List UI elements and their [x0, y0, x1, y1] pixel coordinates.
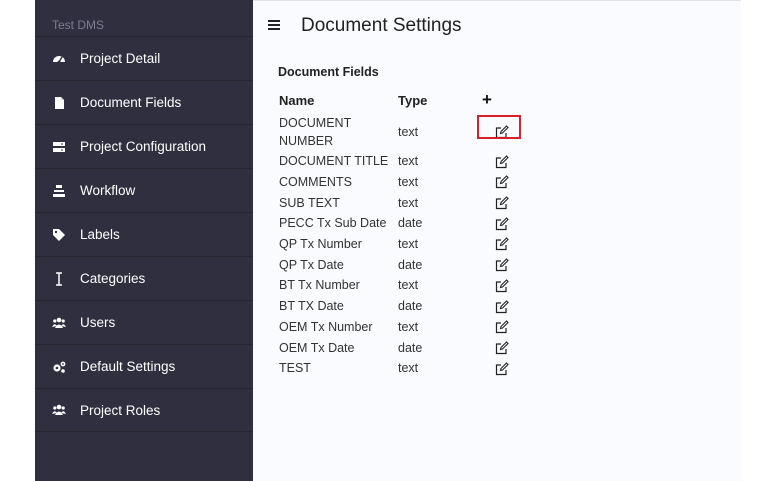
field-name: OEM Tx Date: [279, 340, 355, 355]
column-header-type: Type: [398, 92, 428, 108]
tags-icon: [52, 228, 66, 242]
field-name: BT TX Date: [279, 299, 344, 314]
sidebar-item-default-settings[interactable]: Default Settings: [35, 344, 253, 388]
edit-icon[interactable]: [495, 361, 509, 376]
field-name: PECC Tx Sub Date: [279, 216, 387, 231]
edit-icon[interactable]: [495, 125, 509, 139]
sidebar-item-categories[interactable]: Categories: [35, 256, 253, 300]
table-row: DOCUMENT TITLE text: [276, 151, 525, 172]
table-row: SUB TEXT text: [276, 192, 525, 213]
sidebar-item-labels[interactable]: Labels: [35, 212, 253, 256]
sidebar-item-users[interactable]: Users: [35, 300, 253, 344]
server-icon: [52, 140, 66, 154]
field-type: text: [398, 361, 419, 376]
table-row: PECC Tx Sub Date date: [276, 213, 525, 234]
field-name: BT Tx Number: [279, 278, 360, 293]
table-row: OEM Tx Number text: [276, 317, 525, 338]
field-name: DOCUMENT TITLE: [279, 154, 389, 169]
field-name: DOCUMENT NUMBER: [279, 115, 351, 148]
field-type: text: [398, 237, 419, 252]
page-title: Document Settings: [301, 15, 462, 36]
field-type: text: [398, 124, 419, 139]
sidebar-item-project-roles[interactable]: Project Roles: [35, 388, 253, 432]
field-name: QP Tx Date: [279, 257, 344, 272]
app-title: Test DMS: [52, 18, 105, 32]
field-name: TEST: [279, 361, 311, 376]
users-icon: [52, 316, 66, 330]
sidebar: Test DMS Project Detail Document Fields …: [35, 0, 253, 481]
section-title: Document Fields: [278, 65, 379, 79]
edit-icon[interactable]: [495, 216, 509, 231]
users-icon: [52, 403, 66, 417]
field-type: text: [398, 154, 419, 169]
table-row: QP Tx Date date: [276, 254, 525, 275]
edit-icon[interactable]: [495, 279, 509, 293]
sidebar-item-label: Project Detail: [80, 51, 161, 66]
table-row: QP Tx Number text: [276, 234, 525, 255]
cursor-icon: [52, 271, 66, 286]
edit-icon[interactable]: [495, 237, 509, 251]
field-type: text: [398, 319, 419, 334]
sidebar-item-label: Users: [80, 315, 116, 330]
field-type: date: [398, 299, 423, 314]
main-content: Document Settings Document Fields Name T…: [253, 0, 741, 481]
dashboard-icon: [52, 52, 66, 66]
table-row: BT Tx Number text: [276, 275, 525, 296]
sidebar-item-project-configuration[interactable]: Project Configuration: [35, 124, 253, 168]
sidebar-item-document-fields[interactable]: Document Fields: [35, 80, 253, 124]
workflow-icon: [52, 184, 66, 198]
menu-toggle-icon[interactable]: [268, 20, 280, 32]
field-name: COMMENTS: [279, 175, 352, 190]
edit-icon[interactable]: [495, 320, 509, 334]
sidebar-item-label: Workflow: [80, 183, 136, 198]
file-icon: [52, 96, 66, 110]
field-type: text: [398, 195, 419, 210]
sidebar-item-label: Categories: [80, 271, 146, 286]
sidebar-item-project-detail[interactable]: Project Detail: [35, 36, 253, 80]
sidebar-nav: Project Detail Document Fields Project C…: [35, 36, 253, 432]
field-type: date: [398, 340, 423, 355]
field-name: OEM Tx Number: [279, 319, 373, 334]
edit-icon[interactable]: [495, 154, 509, 169]
sidebar-item-label: Default Settings: [80, 359, 176, 374]
sidebar-item-label: Project Roles: [80, 402, 161, 418]
add-field-button[interactable]: +: [482, 90, 492, 109]
table-row: TEST text: [276, 358, 525, 379]
edit-icon[interactable]: [495, 341, 509, 355]
edit-icon[interactable]: [495, 258, 509, 272]
edit-icon[interactable]: [495, 175, 509, 189]
field-type: date: [398, 216, 423, 231]
sidebar-item-label: Labels: [80, 227, 120, 242]
field-type: text: [398, 175, 419, 190]
table-header-row: Name Type +: [276, 88, 525, 112]
field-name: QP Tx Number: [279, 237, 362, 252]
table-row: COMMENTS text: [276, 172, 525, 193]
field-type: text: [398, 278, 419, 293]
table-row: BT TX Date date: [276, 296, 525, 317]
column-header-name: Name: [279, 92, 315, 108]
document-fields-table: Name Type + DOCUMENT NUMBER text DOCUMENT …: [276, 88, 525, 379]
sidebar-item-workflow[interactable]: Workflow: [35, 168, 253, 212]
sidebar-item-label: Document Fields: [80, 95, 182, 110]
gears-icon: [52, 360, 66, 374]
table-row: OEM Tx Date date: [276, 337, 525, 358]
edit-icon[interactable]: [495, 196, 509, 210]
edit-icon[interactable]: [495, 299, 509, 314]
table-row: DOCUMENT NUMBER text: [276, 112, 525, 151]
sidebar-item-label: Project Configuration: [80, 139, 207, 154]
field-name: SUB TEXT: [279, 195, 340, 210]
field-type: date: [398, 257, 423, 272]
